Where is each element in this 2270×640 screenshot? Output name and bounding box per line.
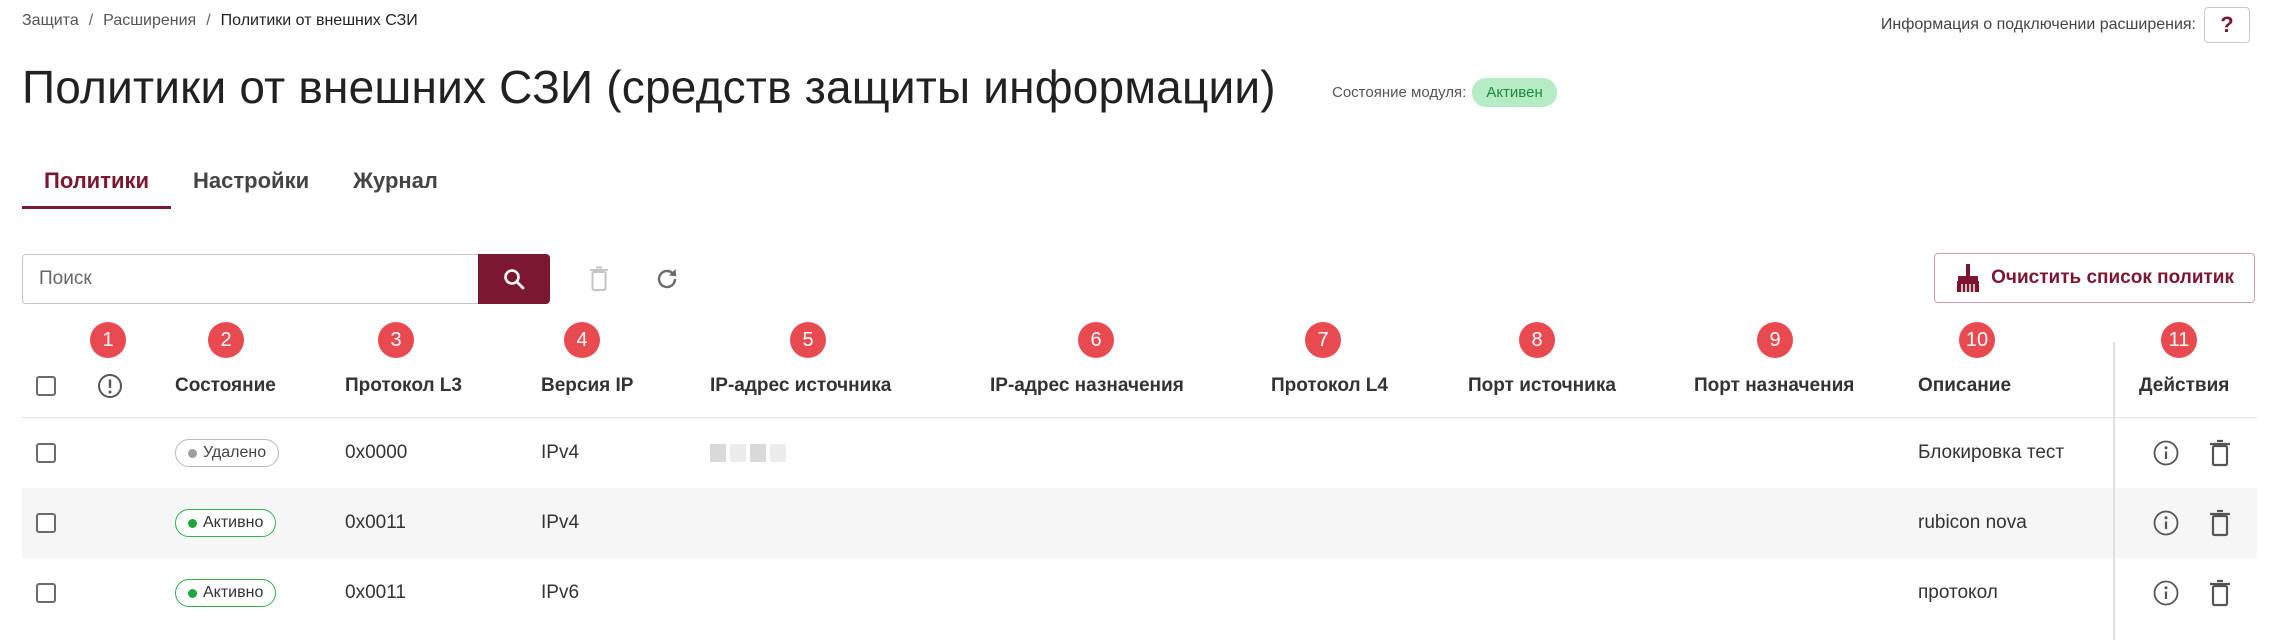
status-dot <box>188 588 197 598</box>
delete-row-button[interactable] <box>2209 558 2231 628</box>
trash-icon <box>2210 439 2230 467</box>
breadcrumb-separator: / <box>88 12 94 29</box>
column-header-actions: Действия <box>2139 375 2230 396</box>
column-marker: 10 <box>1959 322 1995 358</box>
l3-protocol-cell: 0x0000 <box>345 442 408 463</box>
masked-ip <box>710 444 786 462</box>
column-header-ip-version[interactable]: Версия IP <box>541 366 633 406</box>
column-marker: 9 <box>1757 322 1793 358</box>
warning-icon <box>98 374 122 398</box>
column-marker: 6 <box>1078 322 1114 358</box>
table-row: Активно 0x0011 IPv6 протокол <box>22 558 2257 628</box>
table-row: Удалено 0x0000 IPv4 Блокировка тест <box>22 418 2257 488</box>
column-header-destination-port[interactable]: Порт назначения <box>1694 366 1854 406</box>
row-checkbox[interactable] <box>36 583 56 603</box>
trash-icon <box>2210 579 2230 607</box>
breadcrumb-current: Политики от внешних СЗИ <box>220 12 418 29</box>
column-header-state[interactable]: Состояние <box>175 366 276 406</box>
info-button[interactable] <box>2152 558 2180 628</box>
refresh-icon <box>657 269 677 289</box>
module-state: Состояние модуля: Активен <box>1332 78 1557 107</box>
clear-policies-button[interactable]: Очистить список политик <box>1934 253 2255 303</box>
column-header-l3-protocol[interactable]: Протокол L3 <box>345 366 462 406</box>
clear-policies-label: Очистить список политик <box>1991 267 2234 288</box>
description-cell: протокол <box>1918 582 1998 603</box>
search-input[interactable] <box>22 254 478 304</box>
tab-settings[interactable]: Настройки <box>171 160 331 209</box>
column-marker: 5 <box>790 322 826 358</box>
status-label: Удалено <box>203 444 267 461</box>
column-header-l4-protocol[interactable]: Протокол L4 <box>1271 366 1388 406</box>
tab-policies[interactable]: Политики <box>22 160 172 209</box>
actions-column-divider <box>2113 342 2115 640</box>
column-marker: 4 <box>564 322 600 358</box>
ip-version-cell: IPv6 <box>541 582 580 603</box>
info-icon <box>2153 510 2179 536</box>
policies-table: 1 2 3 4 5 6 7 8 9 10 11 Состояние Проток… <box>22 320 2257 628</box>
column-marker: 7 <box>1305 322 1341 358</box>
table-row: Активно 0x0011 IPv4 rubicon nova <box>22 488 2257 558</box>
column-header-source-port[interactable]: Порт источника <box>1468 366 1616 406</box>
table-header: 1 2 3 4 5 6 7 8 9 10 11 Состояние Проток… <box>22 320 2257 418</box>
info-button[interactable] <box>2152 488 2180 558</box>
info-icon <box>2153 440 2179 466</box>
extension-info: Информация о подключении расширения: ? <box>1881 7 2250 43</box>
module-state-label: Состояние модуля: <box>1332 84 1467 101</box>
broom-icon <box>1957 264 1980 292</box>
column-marker: 1 <box>90 322 126 358</box>
description-cell: rubicon nova <box>1918 512 2027 533</box>
trash-icon <box>590 266 608 291</box>
delete-selected-button[interactable] <box>583 263 615 295</box>
breadcrumb-separator: / <box>206 12 211 29</box>
status-label: Активно <box>203 584 264 601</box>
info-icon <box>2153 580 2179 606</box>
source-ip-cell <box>710 418 786 488</box>
info-button[interactable] <box>2152 418 2180 488</box>
ip-version-cell: IPv4 <box>541 442 580 463</box>
trash-icon <box>2210 509 2230 537</box>
tab-journal[interactable]: Журнал <box>331 160 460 209</box>
column-header-warning[interactable] <box>97 366 123 406</box>
select-all-checkbox[interactable] <box>36 376 56 396</box>
column-header-source-ip[interactable]: IP-адрес источника <box>710 366 891 406</box>
page-title: Политики от внешних СЗИ (средств защиты … <box>22 61 1276 113</box>
column-header-destination-ip[interactable]: IP-адрес назначения <box>990 366 1184 406</box>
column-marker: 11 <box>2161 322 2197 358</box>
search-box <box>22 254 550 304</box>
status-badge: Удалено <box>175 439 280 467</box>
search-button[interactable] <box>478 254 550 304</box>
column-header-description[interactable]: Описание <box>1918 366 2011 406</box>
status-dot <box>188 518 197 528</box>
description-cell: Блокировка тест <box>1918 442 2065 463</box>
refresh-button[interactable] <box>651 263 683 295</box>
delete-row-button[interactable] <box>2209 418 2231 488</box>
ip-version-cell: IPv4 <box>541 512 580 533</box>
status-badge: Активно <box>175 579 277 607</box>
l3-protocol-cell: 0x0011 <box>345 582 406 603</box>
help-button[interactable]: ? <box>2204 7 2250 43</box>
status-badge: Активно <box>175 509 277 537</box>
page: Защита / Расширения / Политики от внешни… <box>0 0 2270 640</box>
l3-protocol-cell: 0x0011 <box>345 512 406 533</box>
select-all-cell <box>36 366 56 406</box>
breadcrumb-link-extensions[interactable]: Расширения <box>103 12 196 30</box>
breadcrumb: Защита / Расширения / Политики от внешни… <box>22 12 418 30</box>
column-marker: 3 <box>378 322 414 358</box>
breadcrumb-link-protection[interactable]: Защита <box>22 12 79 30</box>
status-dot <box>188 448 197 458</box>
status-label: Активно <box>203 514 264 531</box>
row-checkbox[interactable] <box>36 513 56 533</box>
module-state-badge: Активен <box>1472 78 1557 107</box>
column-marker: 8 <box>1519 322 1555 358</box>
delete-row-button[interactable] <box>2209 488 2231 558</box>
row-checkbox[interactable] <box>36 443 56 463</box>
tab-bar: Политики Настройки Журнал <box>22 160 460 209</box>
search-icon <box>504 269 525 290</box>
extension-info-label: Информация о подключении расширения: <box>1880 16 2196 33</box>
column-marker: 2 <box>208 322 244 358</box>
